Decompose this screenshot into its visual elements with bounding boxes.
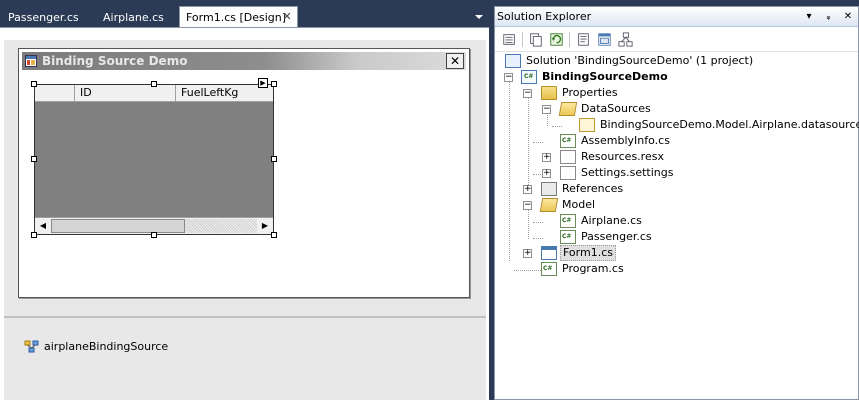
- close-icon[interactable]: ✕: [446, 53, 464, 69]
- window-buttons: ▾ ᵩ ✕: [799, 9, 854, 25]
- tree-connector: [514, 270, 543, 271]
- tree-node-label: BindingSourceDemo.Model.Airplane.datasou…: [600, 118, 859, 131]
- component-tray: airplaneBindingSource: [4, 316, 486, 400]
- close-icon[interactable]: ✕: [842, 10, 854, 24]
- collapse-icon[interactable]: −: [523, 89, 532, 98]
- view-designer-icon[interactable]: [596, 31, 613, 48]
- csharp-project-icon: [521, 70, 537, 84]
- collapse-icon[interactable]: −: [523, 201, 532, 210]
- show-all-files-icon[interactable]: [527, 31, 544, 48]
- tree-node-label: Model: [562, 198, 596, 211]
- window-menu-icon[interactable]: ▾: [803, 10, 815, 24]
- tree-node-label: AssemblyInfo.cs: [581, 134, 670, 147]
- tab-list-dropdown-icon[interactable]: [475, 15, 483, 19]
- designer-pane: Passenger.cs Airplane.cs Form1.cs [Desig…: [0, 0, 489, 400]
- tree-node-label: Program.cs: [562, 262, 624, 275]
- resize-handle[interactable]: [151, 232, 157, 238]
- tree-node-label: Settings.settings: [581, 166, 674, 179]
- binding-source-icon: [24, 340, 39, 353]
- tab-passenger-cs[interactable]: Passenger.cs: [2, 8, 85, 28]
- resx-icon: [560, 150, 576, 164]
- solution-explorer-pane: Solution Explorer ▾ ᵩ ✕ Solution 'Bindin…: [494, 6, 859, 400]
- form-app-icon: [25, 55, 37, 67]
- tree-node-label: Airplane.cs: [581, 214, 642, 227]
- tree-node-label: DataSources: [581, 102, 651, 115]
- resize-handle[interactable]: [271, 81, 277, 87]
- toolbar-separator: [569, 32, 570, 47]
- settings-icon: [560, 166, 576, 180]
- scrollbar-track[interactable]: [185, 219, 257, 233]
- properties-icon[interactable]: [501, 31, 518, 48]
- folder-open-icon: [558, 102, 578, 116]
- form-window[interactable]: Binding Source Demo ✕ ID FuelLeftKg ◀ ▶ …: [18, 48, 470, 298]
- collapse-icon[interactable]: −: [504, 73, 513, 82]
- form-designer-surface: Binding Source Demo ✕ ID FuelLeftKg ◀ ▶ …: [0, 27, 489, 400]
- csharp-file-icon: [541, 262, 557, 276]
- tree-connector: [528, 94, 529, 191]
- folder-open-icon: [539, 198, 559, 212]
- tab-label: Form1.cs [Design]: [186, 11, 287, 24]
- datasource-icon: [579, 118, 595, 132]
- scrollbar-thumb[interactable]: [51, 219, 185, 233]
- grid-row-header-cell: [35, 85, 75, 101]
- csharp-file-icon: [560, 134, 576, 148]
- folder-icon: [541, 86, 557, 100]
- form-client-area: ID FuelLeftKg ◀ ▶ ▶: [22, 70, 466, 295]
- tree-node-label: Resources.resx: [581, 150, 664, 163]
- tab-label: Airplane.cs: [103, 11, 164, 24]
- view-code-icon[interactable]: [575, 31, 592, 48]
- references-icon: [541, 182, 557, 196]
- tree-connector: [552, 126, 562, 127]
- scroll-left-icon[interactable]: ◀: [35, 218, 51, 234]
- document-tabstrip: Passenger.cs Airplane.cs Form1.cs [Desig…: [0, 6, 489, 28]
- close-icon[interactable]: ✕: [281, 11, 293, 23]
- expand-icon[interactable]: +: [523, 249, 532, 258]
- solution-icon: [505, 54, 521, 68]
- tab-label: Passenger.cs: [8, 11, 79, 24]
- design-canvas: Binding Source Demo ✕ ID FuelLeftKg ◀ ▶ …: [4, 40, 486, 318]
- form-title: Binding Source Demo: [42, 54, 188, 68]
- tab-form1-design[interactable]: Form1.cs [Design] ✕: [179, 6, 298, 28]
- tree-connector: [528, 206, 529, 239]
- class-diagram-icon[interactable]: [617, 31, 634, 48]
- resize-handle[interactable]: [31, 81, 37, 87]
- form-icon: [541, 246, 557, 260]
- tree-connector: [533, 142, 543, 143]
- grid-column-header-id[interactable]: ID: [75, 85, 176, 101]
- toolbar-separator: [522, 32, 523, 47]
- tree-node-label: References: [562, 182, 624, 195]
- tree-connector: [509, 78, 510, 261]
- tree-node-label: BindingSourceDemo: [542, 70, 668, 83]
- solution-explorer-titlebar: Solution Explorer ▾ ᵩ ✕: [495, 7, 858, 27]
- tree-node-label: Properties: [562, 86, 618, 99]
- smart-tag-icon[interactable]: ▶: [258, 78, 268, 88]
- tab-airplane-cs[interactable]: Airplane.cs: [97, 8, 170, 28]
- tree-node-label: Solution 'BindingSourceDemo' (1 project): [526, 54, 754, 67]
- resize-handle[interactable]: [151, 81, 157, 87]
- solution-tree: Solution 'BindingSourceDemo' (1 project)…: [495, 53, 859, 399]
- data-grid-view[interactable]: ID FuelLeftKg ◀ ▶: [34, 84, 274, 235]
- tray-item-label: airplaneBindingSource: [44, 340, 169, 353]
- resize-handle[interactable]: [271, 156, 277, 162]
- collapse-icon[interactable]: −: [542, 105, 551, 114]
- tree-node-label: Form1.cs: [560, 245, 616, 261]
- expand-icon[interactable]: +: [523, 185, 532, 194]
- expand-icon[interactable]: +: [542, 153, 551, 162]
- solution-explorer-toolbar: [495, 27, 858, 52]
- tree-connector: [533, 222, 543, 223]
- form-titlebar: Binding Source Demo ✕: [22, 52, 466, 70]
- grid-header-row: ID FuelLeftKg: [35, 85, 273, 102]
- csharp-file-icon: [560, 230, 576, 244]
- tree-connector: [533, 238, 543, 239]
- expand-icon[interactable]: +: [542, 169, 551, 178]
- pin-icon[interactable]: ᵩ: [823, 10, 835, 24]
- tree-node-label: Passenger.cs: [581, 230, 652, 243]
- solution-explorer-title: Solution Explorer: [497, 10, 592, 23]
- resize-handle[interactable]: [31, 156, 37, 162]
- resize-handle[interactable]: [271, 232, 277, 238]
- csharp-file-icon: [560, 214, 576, 228]
- resize-handle[interactable]: [31, 232, 37, 238]
- refresh-icon[interactable]: [548, 31, 565, 48]
